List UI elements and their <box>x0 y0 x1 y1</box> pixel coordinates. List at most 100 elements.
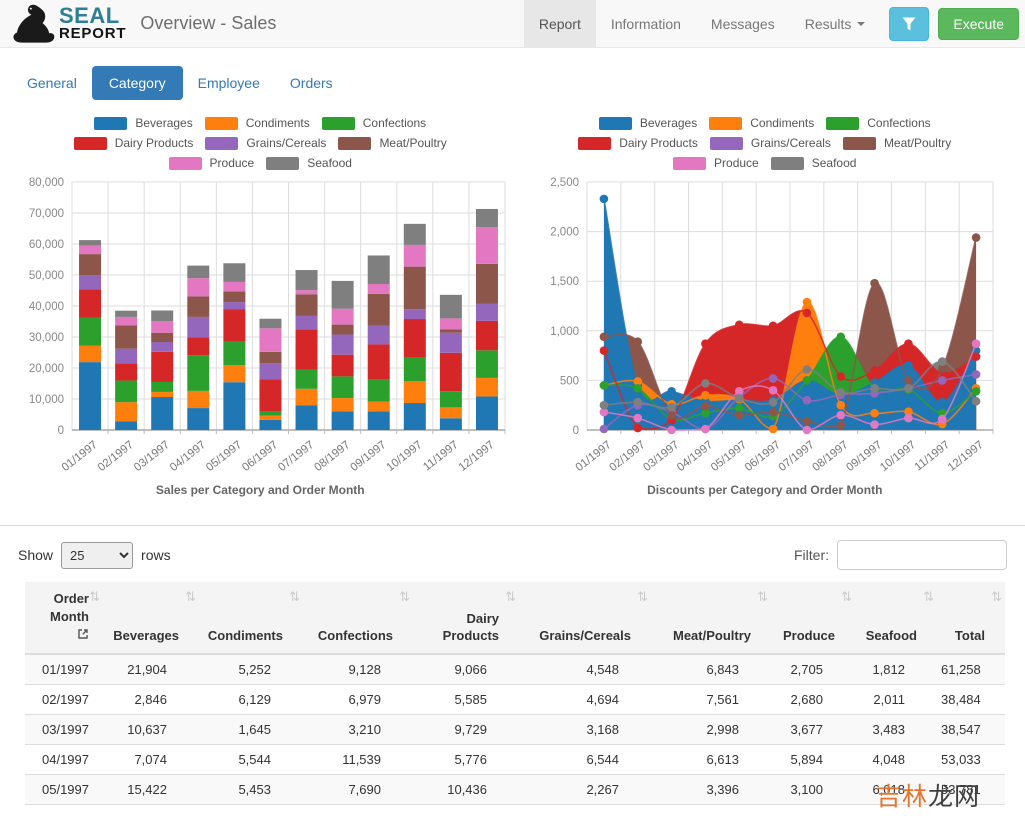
nav-item-messages[interactable]: Messages <box>696 0 790 48</box>
value-cell: 6,018 <box>855 773 937 805</box>
legend-item-condiments[interactable]: Condiments <box>204 116 310 130</box>
legend-item-dairy-products[interactable]: Dairy Products <box>73 136 193 150</box>
svg-text:01/1997: 01/1997 <box>573 439 613 474</box>
column-label: Total <box>954 628 985 644</box>
svg-text:12/1997: 12/1997 <box>457 439 497 474</box>
legend-item-seafood[interactable]: Seafood <box>266 156 352 170</box>
column-header-meat-poultry[interactable]: Meat/Poultry ⇅ <box>651 582 771 655</box>
filter-button[interactable] <box>889 6 930 41</box>
legend-item-condiments[interactable]: Condiments <box>709 116 814 130</box>
legend-swatch-beverages <box>94 116 128 130</box>
table-body: 01/1997 21,904 5,252 9,128 9,066 4,548 6,843 2,… <box>25 653 1005 805</box>
legend-item-produce[interactable]: Produce <box>673 156 759 170</box>
sort-icon[interactable]: ⇅ <box>505 589 516 607</box>
legend-swatch-dairy-products <box>578 136 612 150</box>
column-header-confections[interactable]: Confections ⇅ <box>303 582 413 655</box>
rows-per-page-select[interactable]: 25 <box>61 541 134 569</box>
svg-text:03/1997: 03/1997 <box>132 439 172 474</box>
svg-text:70,000: 70,000 <box>29 208 64 220</box>
discounts-area-chart: 0 500 1,000 1,500 2,000 2,500 01/199702/199703… <box>550 177 993 474</box>
sort-icon[interactable]: ⇅ <box>923 589 934 607</box>
tab-category[interactable]: Category <box>91 66 183 100</box>
nav-item-information[interactable]: Information <box>596 0 696 48</box>
column-header-dairy-products[interactable]: Dairy Products ⇅ <box>413 582 519 655</box>
column-header-seafood[interactable]: Seafood ⇅ <box>855 582 937 655</box>
legend-label: Seafood <box>307 156 352 170</box>
table-row[interactable]: 05/1997 15,422 5,453 7,690 10,436 2,267 3,396 3… <box>25 773 1005 805</box>
chevron-down-icon <box>857 21 866 26</box>
value-cell: 2,705 <box>771 653 855 685</box>
column-header-beverages[interactable]: Beverages ⇅ <box>103 582 199 655</box>
value-cell: 38,484 <box>937 683 1005 715</box>
svg-text:50,000: 50,000 <box>29 270 64 282</box>
table-row[interactable]: 04/1997 7,074 5,544 11,539 5,776 6,544 6,613 5,… <box>25 743 1005 775</box>
legend-item-beverages[interactable]: Beverages <box>598 116 697 130</box>
legend-item-confections[interactable]: Confections <box>826 116 931 130</box>
legend-item-grains-cereals[interactable]: Grains/Cereals <box>205 136 326 150</box>
table-row[interactable]: 01/1997 21,904 5,252 9,128 9,066 4,548 6,843 2,… <box>25 653 1005 685</box>
legend-item-seafood[interactable]: Seafood <box>770 156 857 170</box>
value-cell: 1,645 <box>199 713 303 745</box>
table-row[interactable]: 03/1997 10,637 1,645 3,210 9,729 3,168 2,998 3,… <box>25 713 1005 745</box>
legend-label: Produce <box>209 156 255 170</box>
execute-button[interactable]: Execute <box>938 7 1019 40</box>
drill-link-icon[interactable] <box>77 628 89 640</box>
discounts-chart: Beverages Condiments Confections Dairy Prod… <box>513 114 1018 497</box>
nav-item-report[interactable]: Report <box>523 0 596 48</box>
svg-text:02/1997: 02/1997 <box>607 439 647 474</box>
nav-item-results[interactable]: Results <box>790 0 881 48</box>
tab-orders[interactable]: Orders <box>275 66 348 100</box>
value-cell: 61,258 <box>937 653 1005 685</box>
legend-swatch-grains-cereals <box>709 136 743 150</box>
legend-label: Condiments <box>245 116 310 130</box>
legend-item-grains-cereals[interactable]: Grains/Cereals <box>709 136 831 150</box>
column-label: Beverages <box>113 628 179 644</box>
tab-general[interactable]: General <box>12 66 92 100</box>
column-header-condiments[interactable]: Condiments ⇅ <box>199 582 303 655</box>
discounts-chart-legend: Beverages Condiments Confections Dairy Prod… <box>513 116 1018 176</box>
legend-swatch-produce <box>673 156 707 170</box>
svg-text:06/1997: 06/1997 <box>742 439 782 474</box>
sort-icon[interactable]: ⇅ <box>757 589 768 607</box>
value-cell: 15,422 <box>103 773 199 805</box>
legend-item-beverages[interactable]: Beverages <box>94 116 193 130</box>
legend-item-produce[interactable]: Produce <box>168 156 255 170</box>
sort-icon[interactable]: ⇅ <box>637 589 648 607</box>
value-cell: 7,561 <box>651 683 771 715</box>
sort-icon[interactable]: ⇅ <box>185 589 196 607</box>
svg-text:10,000: 10,000 <box>29 394 64 406</box>
legend-label: Confections <box>362 116 427 130</box>
sort-icon[interactable]: ⇅ <box>841 589 852 607</box>
column-header-produce[interactable]: Produce ⇅ <box>771 582 855 655</box>
sort-icon[interactable]: ⇅ <box>399 589 410 607</box>
filter-input[interactable] <box>837 540 1007 570</box>
legend-item-dairy-products[interactable]: Dairy Products <box>578 136 698 150</box>
column-header-order-month[interactable]: Order Month ⇅ <box>25 582 103 655</box>
legend-swatch-beverages <box>598 116 632 130</box>
column-header-total[interactable]: Total ⇅ <box>937 582 1005 655</box>
legend-label: Seafood <box>811 156 857 170</box>
sort-icon[interactable]: ⇅ <box>991 589 1002 607</box>
value-cell: 3,100 <box>771 773 855 805</box>
rows-suffix-label: rows <box>141 547 171 563</box>
legend-item-meat-poultry[interactable]: Meat/Poultry <box>338 136 447 150</box>
svg-text:11/1997: 11/1997 <box>912 439 951 474</box>
legend-label: Grains/Cereals <box>246 136 327 150</box>
svg-text:08/1997: 08/1997 <box>312 439 352 474</box>
column-label: Confections <box>317 628 393 644</box>
column-label: Produce <box>782 628 835 644</box>
tab-employee[interactable]: Employee <box>183 66 275 100</box>
sort-icon[interactable]: ⇅ <box>89 589 100 607</box>
legend-item-meat-poultry[interactable]: Meat/Poultry <box>842 136 951 150</box>
svg-text:500: 500 <box>559 375 578 387</box>
month-cell: 04/1997 <box>25 743 103 775</box>
table-header-row: Order Month ⇅ Beverages ⇅ Condiments ⇅ Confect… <box>25 582 1005 655</box>
value-cell: 21,904 <box>103 653 199 685</box>
sort-icon[interactable]: ⇅ <box>289 589 300 607</box>
table-row[interactable]: 02/1997 2,846 6,129 6,979 5,585 4,694 7,561 2,6… <box>25 683 1005 715</box>
legend-item-confections[interactable]: Confections <box>321 116 427 130</box>
column-header-grains-cereals[interactable]: Grains/Cereals ⇅ <box>519 582 651 655</box>
svg-text:06/1997: 06/1997 <box>240 439 280 474</box>
value-cell: 5,252 <box>199 653 303 685</box>
value-cell: 2,267 <box>519 773 651 805</box>
